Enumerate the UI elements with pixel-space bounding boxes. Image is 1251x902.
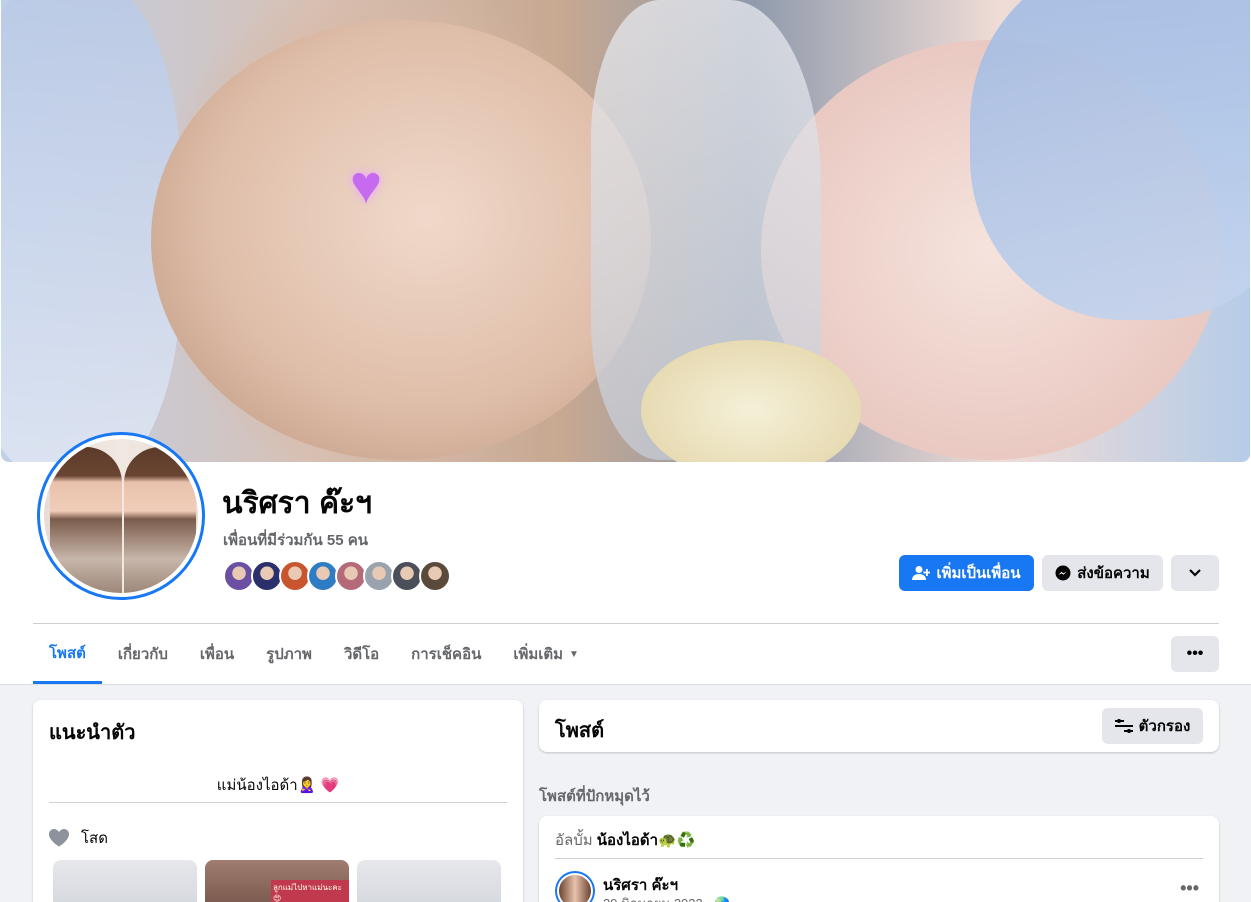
pinned-post-card: อัลบั้ม น้องไอด้า🐢♻️ นริศรา ค๊ะฯ 29 มิถุ…	[539, 816, 1219, 902]
tab-posts[interactable]: โพสต์	[33, 624, 102, 684]
filter-icon	[1114, 719, 1133, 733]
album-name[interactable]: น้องไอด้า🐢♻️	[597, 832, 696, 849]
mutual-friends-count[interactable]: เพื่อนที่มีร่วมกัน 55 คน	[223, 528, 368, 552]
profile-tabs: โพสต์ เกี่ยวกับ เพื่อน รูปภาพ วิดีโอ การ…	[33, 624, 595, 684]
profile-avatar-image	[44, 439, 198, 593]
album-line: อัลบั้ม น้องไอด้า🐢♻️	[555, 828, 695, 852]
cover-baby-face	[151, 20, 651, 460]
tab-checkins[interactable]: การเช็คอิน	[395, 624, 497, 684]
intro-divider	[49, 802, 507, 803]
post-divider	[555, 858, 1203, 859]
relationship-status-label: โสด	[81, 830, 108, 847]
intro-photo[interactable]: ลูกแม่ไปหาแม่นะคะ😍	[205, 860, 349, 902]
intro-photo-grid: ลูกแม่ไปหาแม่นะคะ😍	[53, 860, 501, 902]
mutual-friend-avatar[interactable]	[419, 560, 451, 592]
tab-more[interactable]: เพิ่มเติม ▼	[497, 624, 595, 684]
posts-header-card: โพสต์ ตัวกรอง	[539, 700, 1219, 752]
profile-avatar[interactable]	[37, 432, 205, 600]
add-friend-button[interactable]: เพิ่มเป็นเพื่อน	[899, 555, 1034, 591]
add-friend-label: เพิ่มเป็นเพื่อน	[936, 565, 1021, 582]
profile-name: นริศรา ค๊ะฯ	[222, 487, 372, 520]
more-dots-icon: •••	[1186, 645, 1204, 662]
tab-friends[interactable]: เพื่อน	[184, 624, 250, 684]
add-person-icon	[912, 566, 931, 580]
intro-title: แนะนำตัว	[49, 722, 136, 744]
heart-sticker-icon: ♥	[350, 155, 383, 215]
message-button[interactable]: ส่งข้อความ	[1042, 555, 1163, 591]
tab-photos[interactable]: รูปภาพ	[250, 624, 328, 684]
heart-icon	[49, 829, 69, 847]
messenger-icon	[1055, 565, 1071, 581]
profile-more-button[interactable]	[1171, 555, 1219, 591]
post-author-avatar[interactable]	[555, 871, 595, 902]
intro-bio: แม่น้องไอด้า🙎‍♀️ 💗	[216, 777, 340, 794]
caret-down-icon: ▼	[569, 648, 579, 660]
intro-photo[interactable]	[357, 860, 501, 902]
intro-card: แนะนำตัว แม่น้องไอด้า🙎‍♀️ 💗 โสด ลูกแม่ไป…	[33, 700, 523, 902]
filter-label: ตัวกรอง	[1138, 718, 1191, 735]
relationship-status: โสด	[49, 826, 108, 850]
intro-photo-caption: ลูกแม่ไปหาแม่นะคะ😍	[271, 880, 349, 902]
pinned-posts-label: โพสต์ที่ปักหมุดไว้	[539, 788, 650, 805]
tabs-overflow-button[interactable]: •••	[1171, 636, 1219, 672]
mutual-friends-avatars	[223, 560, 451, 592]
post-more-options-icon[interactable]: •••	[1180, 878, 1199, 899]
tab-about[interactable]: เกี่ยวกับ	[102, 624, 184, 684]
filter-button[interactable]: ตัวกรอง	[1102, 708, 1203, 744]
album-prefix: อัลบั้ม	[555, 832, 593, 849]
cover-photo[interactable]: ♥	[1, 0, 1250, 462]
tab-videos[interactable]: วิดีโอ	[328, 624, 395, 684]
post-timestamp[interactable]: 29 มิถุนายน 2022 · 🌏	[603, 893, 730, 902]
posts-title: โพสต์	[555, 720, 605, 742]
chevron-down-icon	[1189, 569, 1201, 577]
message-label: ส่งข้อความ	[1077, 565, 1150, 582]
intro-photo[interactable]	[53, 860, 197, 902]
